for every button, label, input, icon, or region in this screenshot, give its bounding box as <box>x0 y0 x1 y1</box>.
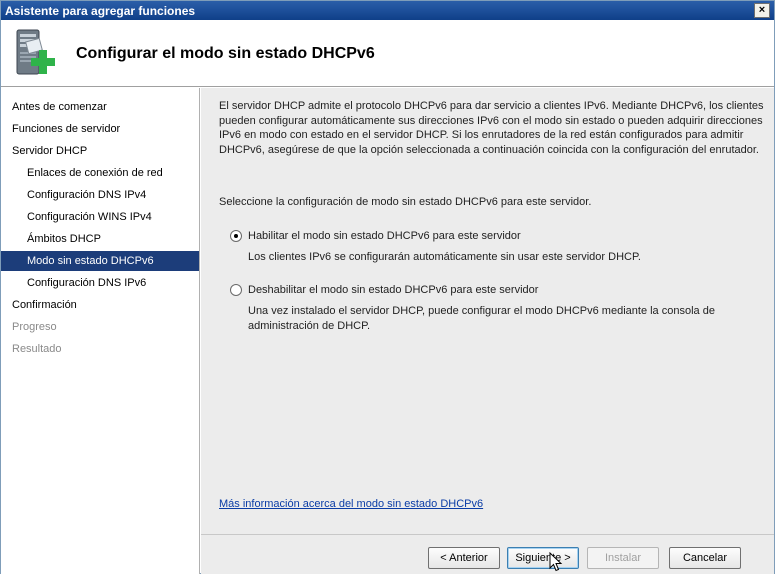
wizard-header: Configurar el modo sin estado DHCPv6 <box>1 20 774 87</box>
title-bar[interactable]: Asistente para agregar funciones × <box>1 1 774 20</box>
enable-stateless-label[interactable]: Habilitar el modo sin estado DHCPv6 para… <box>248 230 521 242</box>
step-modo-sin-estado-dhcpv6[interactable]: Modo sin estado DHCPv6 <box>1 251 199 271</box>
wizard-window: Asistente para agregar funciones × Confi… <box>0 0 775 574</box>
prompt-text: Seleccione la configuración de modo sin … <box>219 196 592 208</box>
server-add-icon <box>16 29 55 75</box>
more-info-link[interactable]: Más información acerca del modo sin esta… <box>219 498 483 510</box>
wizard-steps-sidebar: Antes de comenzar Funciones de servidor … <box>1 88 200 574</box>
step-confirmacion[interactable]: Confirmación <box>1 295 199 315</box>
step-config-dns-ipv6[interactable]: Configuración DNS IPv6 <box>1 273 199 293</box>
enable-stateless-description: Los clientes IPv6 se configurarán automá… <box>248 251 641 263</box>
step-enlaces-de-conexion[interactable]: Enlaces de conexión de red <box>1 163 199 183</box>
next-button[interactable]: Siguiente > <box>507 547 579 569</box>
disable-stateless-label[interactable]: Deshabilitar el modo sin estado DHCPv6 p… <box>248 284 538 296</box>
disable-stateless-radio[interactable] <box>230 284 242 296</box>
cancel-button[interactable]: Cancelar <box>669 547 741 569</box>
page-title: Configurar el modo sin estado DHCPv6 <box>76 45 375 62</box>
step-ambitos-dhcp[interactable]: Ámbitos DHCP <box>1 229 199 249</box>
radio-selected-dot <box>234 234 238 238</box>
close-button[interactable]: × <box>754 3 770 18</box>
step-resultado: Resultado <box>12 343 62 355</box>
window-title: Asistente para agregar funciones <box>5 4 196 18</box>
step-progreso: Progreso <box>12 321 57 333</box>
step-servidor-dhcp[interactable]: Servidor DHCP <box>1 141 199 161</box>
back-button[interactable]: < Anterior <box>428 547 500 569</box>
wizard-content: El servidor DHCP admite el protocolo DHC… <box>201 88 774 534</box>
step-config-wins-ipv4[interactable]: Configuración WINS IPv4 <box>1 207 199 227</box>
install-button: Instalar <box>587 547 659 569</box>
step-antes-de-comenzar[interactable]: Antes de comenzar <box>1 97 199 117</box>
step-funciones-de-servidor[interactable]: Funciones de servidor <box>1 119 199 139</box>
step-config-dns-ipv4[interactable]: Configuración DNS IPv4 <box>1 185 199 205</box>
enable-stateless-radio[interactable] <box>230 230 242 242</box>
disable-stateless-description: Una vez instalado el servidor DHCP, pued… <box>248 305 715 332</box>
mouse-pointer-icon <box>549 552 563 572</box>
wizard-footer: < Anterior Siguiente > Instalar Cancelar <box>201 534 774 574</box>
intro-text: El servidor DHCP admite el protocolo DHC… <box>219 100 764 156</box>
